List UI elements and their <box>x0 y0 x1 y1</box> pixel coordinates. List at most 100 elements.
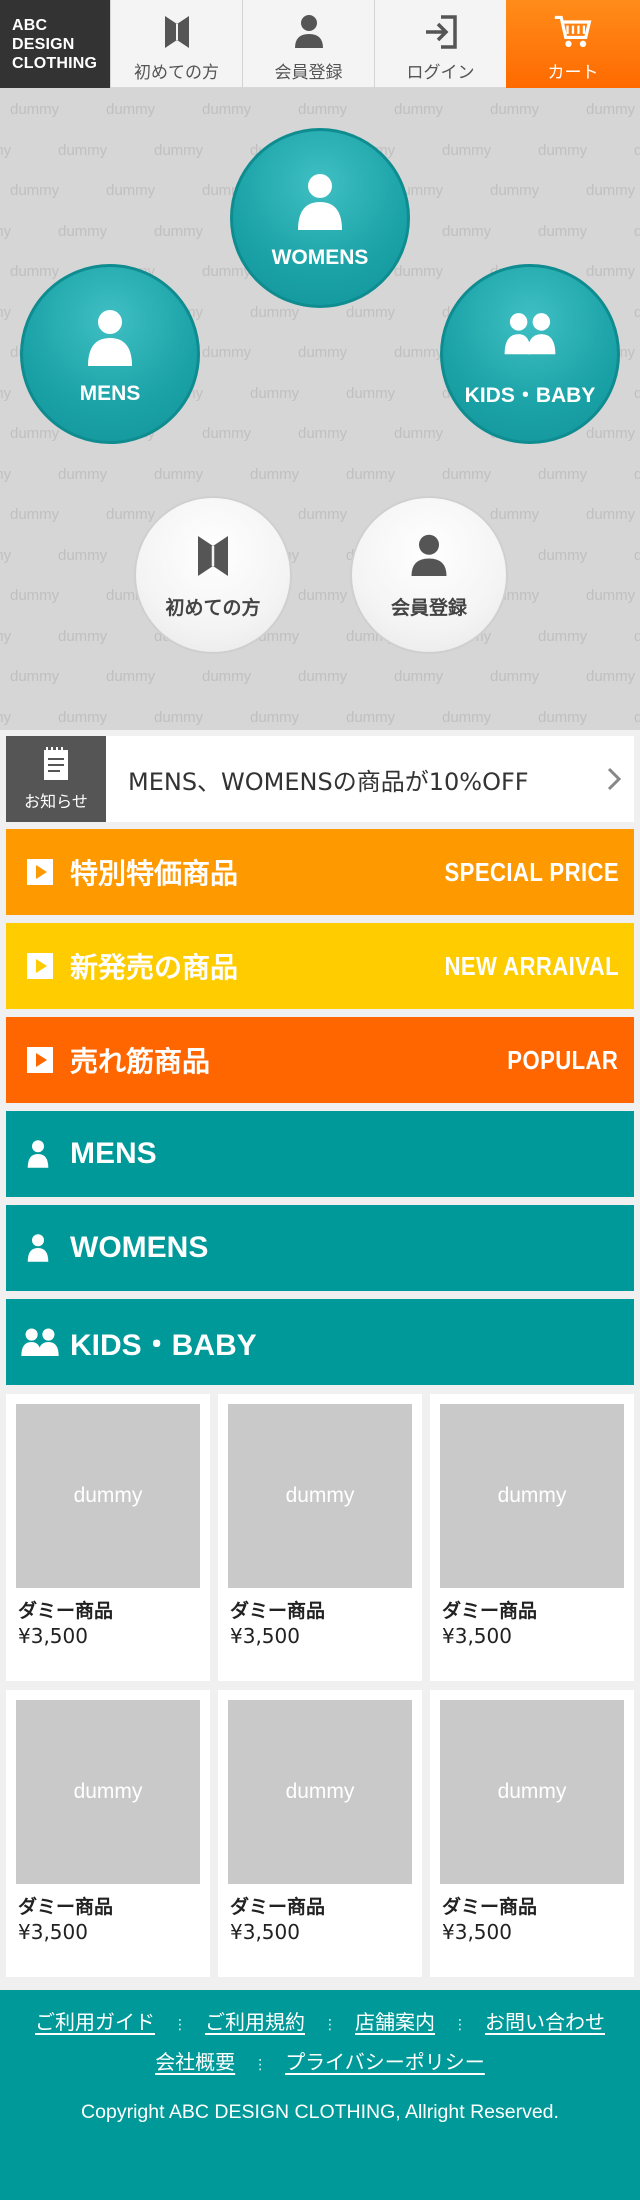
pattern-text: dummy <box>490 668 540 685</box>
hero-area: dummy dummy dummy dummy dummy dummy dummy dummy… <box>0 88 640 730</box>
pattern-text: dummy <box>0 546 12 564</box>
nav-label: ログイン <box>406 63 475 83</box>
product-price: ¥3,500 <box>442 1920 512 1944</box>
user-icon <box>411 534 447 576</box>
product-card[interactable]: dummy ダミー商品 ¥3,500 <box>6 1690 210 1977</box>
nav-first-time-button[interactable]: 初めての方 <box>110 0 242 88</box>
pattern-text: dummy <box>58 708 108 726</box>
pattern-text: dummy <box>634 141 640 159</box>
category-label: MENS <box>79 382 141 405</box>
nav-cart-button[interactable]: カート <box>506 0 640 88</box>
pattern-text: dummy <box>490 101 540 118</box>
pattern-text: dummy <box>250 303 300 321</box>
product-card[interactable]: dummy ダミー商品 ¥3,500 <box>6 1394 210 1681</box>
pattern-text: dummy <box>394 263 444 280</box>
pattern-text: dummy <box>202 425 252 442</box>
pattern-text: dummy <box>346 465 396 483</box>
pattern-text: dummy <box>442 465 492 483</box>
nav-login-button[interactable]: ログイン <box>374 0 506 88</box>
pattern-text: dummy <box>58 141 108 159</box>
two-persons-icon <box>20 1328 70 1356</box>
footer-link-contact[interactable]: お問い合わせ <box>485 2010 605 2034</box>
bar-new-arrival[interactable]: 新発売の商品 NEW ARRAIVAL <box>6 923 634 1009</box>
pattern-text: dummy <box>10 668 60 685</box>
product-card[interactable]: dummy ダミー商品 ¥3,500 <box>218 1394 422 1681</box>
footer-link-privacy[interactable]: プライバシーポリシー <box>285 2050 485 2074</box>
product-card[interactable]: dummy ダミー商品 ¥3,500 <box>218 1690 422 1977</box>
footer-link-stores[interactable]: 店舗案内 <box>355 2010 435 2034</box>
logo-line: DESIGN <box>12 36 75 53</box>
site-logo[interactable]: ABC DESIGN CLOTHING <box>0 0 110 88</box>
pattern-text: dummy <box>250 465 300 483</box>
category-mens-button[interactable]: MENS <box>20 264 200 444</box>
cart-icon <box>554 15 592 47</box>
pattern-text: dummy <box>586 668 636 685</box>
product-image: dummy <box>16 1700 200 1884</box>
bar-label: 売れ筋商品 <box>70 1045 211 1078</box>
product-image: dummy <box>440 1700 624 1884</box>
pattern-text: dummy <box>538 627 588 645</box>
pattern-text: dummy <box>538 546 588 564</box>
pattern-text: dummy <box>10 506 60 523</box>
pattern-text: dummy <box>538 708 588 726</box>
pattern-text: dummy <box>442 222 492 240</box>
pattern-text: dummy <box>298 506 348 523</box>
pattern-text: dummy <box>634 384 640 402</box>
category-kids-baby-button[interactable]: KIDS・BABY <box>440 264 620 444</box>
nav-label: カート <box>547 63 599 83</box>
pattern-text: dummy <box>10 587 60 604</box>
separator: ⋮ <box>323 2017 337 2033</box>
pattern-text: dummy <box>106 182 156 199</box>
notice-banner[interactable]: お知らせ MENS、WOMENSの商品が10%OFF <box>6 736 634 822</box>
pattern-text: dummy <box>442 141 492 159</box>
person-icon <box>26 1139 70 1169</box>
notice-tag-label: お知らせ <box>24 792 88 811</box>
bar-kids-baby[interactable]: KIDS・BABY <box>6 1299 634 1385</box>
play-icon <box>26 858 70 886</box>
bar-popular[interactable]: 売れ筋商品 POPULAR <box>6 1017 634 1103</box>
pattern-text: dummy <box>0 708 12 726</box>
pattern-text: dummy <box>298 101 348 118</box>
category-label: WOMENS <box>271 246 369 269</box>
product-name: ダミー商品 <box>442 1600 538 1622</box>
quick-link-label: 初めての方 <box>165 596 261 619</box>
product-card[interactable]: dummy ダミー商品 ¥3,500 <box>430 1690 634 1977</box>
pattern-text: dummy <box>634 708 640 726</box>
bar-label: KIDS・BABY <box>70 1329 257 1362</box>
pattern-text: dummy <box>394 101 444 118</box>
quick-first-time-button[interactable]: 初めての方 <box>134 496 292 654</box>
bar-en-label: POPULAR <box>507 1044 619 1075</box>
bar-special-price[interactable]: 特別特価商品 SPECIAL PRICE <box>6 829 634 915</box>
product-card[interactable]: dummy ダミー商品 ¥3,500 <box>430 1394 634 1681</box>
pattern-text: dummy <box>58 627 108 645</box>
logo-line: CLOTHING <box>12 55 98 72</box>
chevron-right-icon <box>594 766 634 792</box>
pattern-text: dummy <box>106 668 156 685</box>
pattern-text: dummy <box>0 627 12 645</box>
footer-link-guide[interactable]: ご利用ガイド <box>35 2010 155 2034</box>
footer-link-company[interactable]: 会社概要 <box>155 2050 235 2074</box>
bar-mens[interactable]: MENS <box>6 1111 634 1197</box>
pattern-text: dummy <box>154 708 204 726</box>
pattern-text: dummy <box>250 384 300 402</box>
pattern-text: dummy <box>298 425 348 442</box>
pattern-text: dummy <box>10 425 60 442</box>
product-price: ¥3,500 <box>230 1920 300 1944</box>
nav-label: 会員登録 <box>274 63 343 83</box>
category-womens-button[interactable]: WOMENS <box>230 128 410 308</box>
bookmark-icon <box>164 16 189 48</box>
pattern-text: dummy <box>250 708 300 726</box>
pattern-text: dummy <box>394 668 444 685</box>
pattern-text: dummy <box>538 465 588 483</box>
bar-womens[interactable]: WOMENS <box>6 1205 634 1291</box>
pattern-text: dummy <box>346 708 396 726</box>
quick-register-button[interactable]: 会員登録 <box>350 496 508 654</box>
separator: ⋮ <box>453 2017 467 2033</box>
person-icon <box>298 174 342 230</box>
nav-register-button[interactable]: 会員登録 <box>242 0 374 88</box>
site-footer: ご利用ガイド ⋮ ご利用規約 ⋮ 店舗案内 ⋮ お問い合わせ 会社概要 ⋮ プライバシーポリシー… <box>0 1990 640 2200</box>
pattern-text: dummy <box>106 101 156 118</box>
pattern-text: dummy <box>154 465 204 483</box>
footer-link-terms[interactable]: ご利用規約 <box>205 2010 305 2034</box>
pattern-text: dummy <box>154 141 204 159</box>
